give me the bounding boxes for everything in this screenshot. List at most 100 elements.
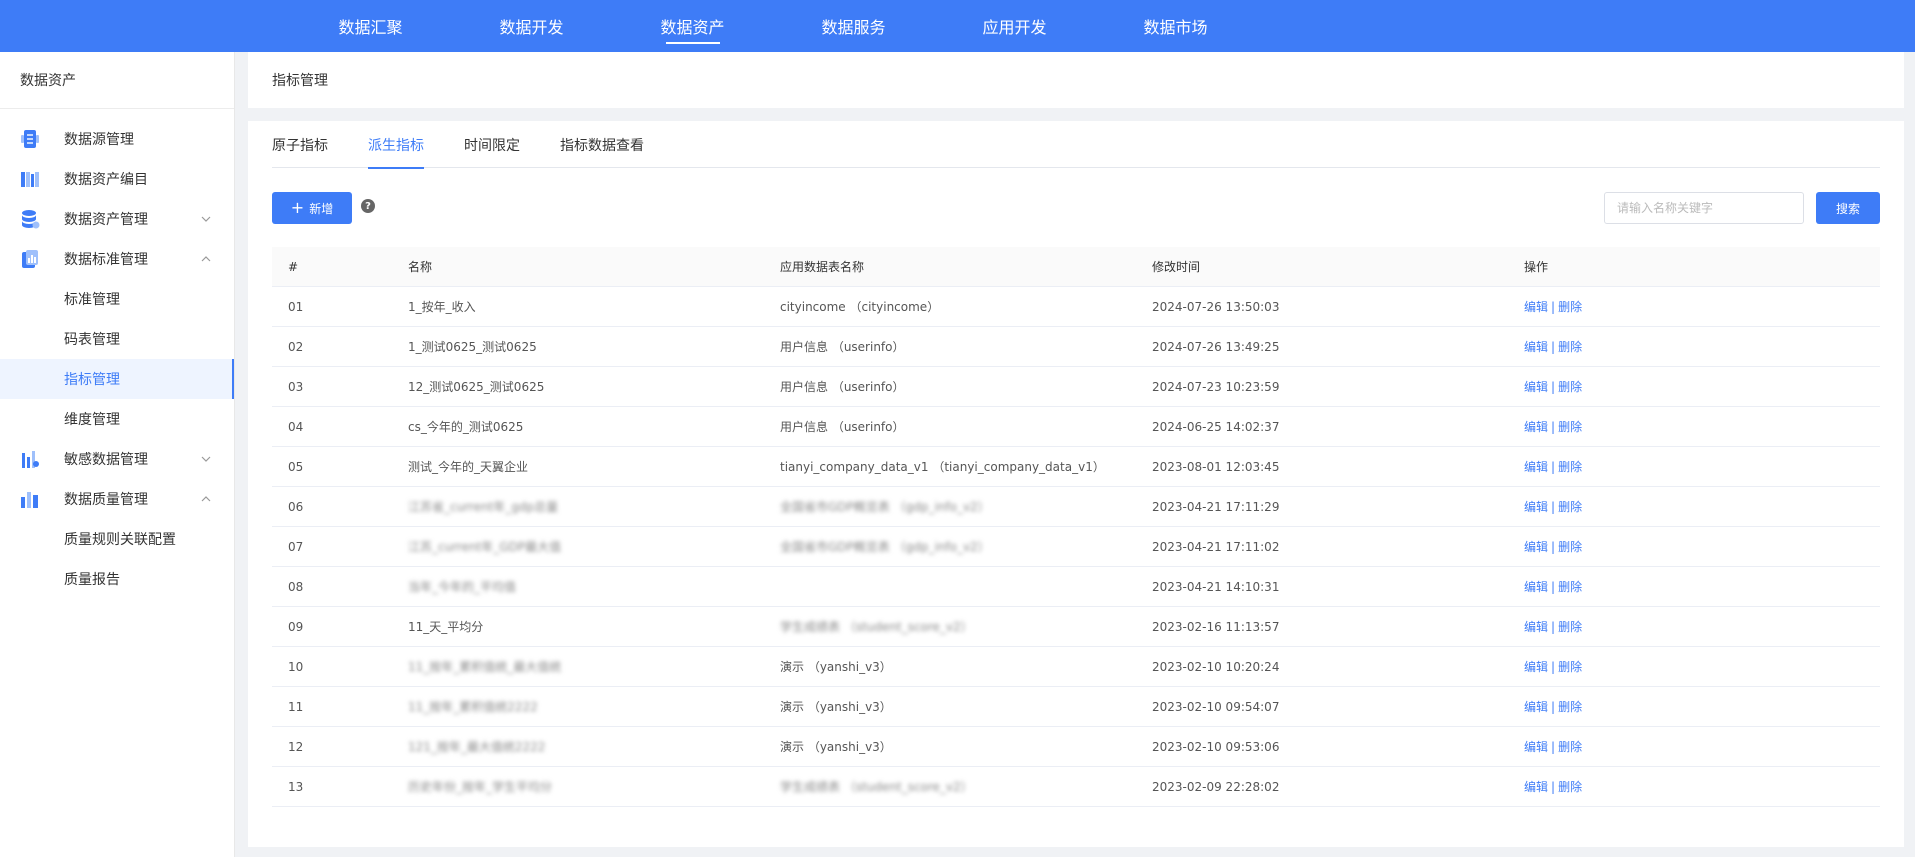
edit-link[interactable]: 编辑: [1524, 380, 1548, 394]
sidebar-item-asset-management[interactable]: 数据资产管理: [0, 199, 234, 239]
cell-index: 04: [288, 419, 304, 434]
cell-table-name: 学生成绩表 （student_score_v2）: [780, 620, 973, 634]
cell-index: 10: [288, 659, 304, 674]
table-row: 12 121_按年_最大值统2222 演示 （yanshi_v3） 2023-02-1…: [272, 727, 1880, 767]
sidebar-item-label: 数据资产编目: [64, 172, 148, 188]
edit-link[interactable]: 编辑: [1524, 740, 1548, 754]
sidebar-item-label: 敏感数据管理: [64, 452, 148, 468]
edit-link[interactable]: 编辑: [1524, 660, 1548, 674]
cell-index: 06: [288, 499, 304, 514]
cell-name: 江苏省_current年_gdp总量: [408, 500, 559, 514]
nav-data-assets[interactable]: 数据资产: [612, 0, 773, 52]
action-separator: |: [1551, 420, 1556, 434]
sidebar-item-standard-management[interactable]: 数据标准管理: [0, 239, 234, 279]
sidebar-item-catalog[interactable]: 数据资产编目: [0, 159, 234, 199]
cell-table-name: 用户信息 （userinfo）: [780, 380, 905, 394]
nav-data-aggregation[interactable]: 数据汇聚: [290, 0, 451, 52]
cell-modified-time: 2024-07-26 13:49:25: [1152, 339, 1280, 354]
cell-index: 02: [288, 339, 304, 354]
action-separator: |: [1551, 780, 1556, 794]
cell-name: 12_测试0625_测试0625: [408, 380, 545, 394]
cell-table-name: cityincome （cityincome）: [780, 300, 940, 314]
delete-link[interactable]: 删除: [1558, 380, 1582, 394]
cell-table-name: 全国省市GDP概览表 （gdp_info_v2）: [780, 540, 990, 554]
edit-link[interactable]: 编辑: [1524, 620, 1548, 634]
top-navbar: 数据汇聚 数据开发 数据资产 数据服务 应用开发 数据市场: [0, 0, 1915, 52]
sidebar-title: 数据资产: [0, 52, 234, 109]
sidebar-item-sensitive-data[interactable]: 敏感数据管理: [0, 439, 234, 479]
cell-name: 当年_今年的_平均值: [408, 580, 517, 594]
nav-app-development[interactable]: 应用开发: [934, 0, 1095, 52]
sidebar-item-quality-management[interactable]: 数据质量管理: [0, 479, 234, 519]
sidebar-subitem-quality-rules[interactable]: 质量规则关联配置: [0, 519, 234, 559]
cell-modified-time: 2023-04-21 14:10:31: [1152, 579, 1280, 594]
table-body: 01 1_按年_收入 cityincome （cityincome） 2024-07-…: [272, 287, 1880, 807]
table-row: 06 江苏省_current年_gdp总量 全国省市GDP概览表 （gdp_info…: [272, 487, 1880, 527]
cell-name: 1_测试0625_测试0625: [408, 340, 537, 354]
action-separator: |: [1551, 620, 1556, 634]
cell-modified-time: 2023-02-10 09:53:06: [1152, 739, 1280, 754]
sidebar: 数据资产 数据源管理 数据资产编目 数据资产管理 数据标准管理 标准管理 码表管…: [0, 52, 235, 857]
sidebar-subitem-indicator[interactable]: 指标管理: [0, 359, 234, 399]
nav-data-services[interactable]: 数据服务: [773, 0, 934, 52]
delete-link[interactable]: 删除: [1558, 420, 1582, 434]
add-button[interactable]: + 新增: [272, 192, 352, 224]
cell-name: 11_按年_累积值统_最大值统: [408, 660, 562, 674]
tab-atomic-indicator[interactable]: 原子指标: [272, 121, 328, 168]
sidebar-subitem-code-table[interactable]: 码表管理: [0, 319, 234, 359]
database-icon: [22, 210, 40, 229]
tab-indicator-data-view[interactable]: 指标数据查看: [560, 121, 644, 168]
edit-link[interactable]: 编辑: [1524, 700, 1548, 714]
edit-link[interactable]: 编辑: [1524, 540, 1548, 554]
chevron-up-icon: [201, 496, 211, 502]
delete-link[interactable]: 删除: [1558, 460, 1582, 474]
cell-table-name: 用户信息 （userinfo）: [780, 420, 905, 434]
chevron-up-icon: [201, 256, 211, 262]
table-row: 13 历史年份_按年_学生平均分 学生成绩表 （student_score_v2） 2…: [272, 767, 1880, 807]
breadcrumb: 指标管理: [248, 52, 1904, 108]
delete-link[interactable]: 删除: [1558, 340, 1582, 354]
delete-link[interactable]: 删除: [1558, 300, 1582, 314]
delete-link[interactable]: 删除: [1558, 580, 1582, 594]
nav-data-market[interactable]: 数据市场: [1095, 0, 1256, 52]
cell-actions: 编辑 | 删除: [1508, 658, 1880, 675]
edit-link[interactable]: 编辑: [1524, 780, 1548, 794]
edit-link[interactable]: 编辑: [1524, 580, 1548, 594]
sidebar-subitem-quality-report[interactable]: 质量报告: [0, 559, 234, 599]
edit-link[interactable]: 编辑: [1524, 300, 1548, 314]
edit-link[interactable]: 编辑: [1524, 340, 1548, 354]
column-header-actions: 操作: [1524, 260, 1549, 274]
action-separator: |: [1551, 660, 1556, 674]
edit-link[interactable]: 编辑: [1524, 500, 1548, 514]
sidebar-item-label: 数据资产管理: [64, 212, 148, 228]
cell-modified-time: 2023-08-01 12:03:45: [1152, 459, 1280, 474]
action-separator: |: [1551, 300, 1556, 314]
sidebar-item-datasource[interactable]: 数据源管理: [0, 119, 234, 159]
delete-link[interactable]: 删除: [1558, 620, 1582, 634]
tab-time-limit[interactable]: 时间限定: [464, 121, 520, 168]
tab-derived-indicator[interactable]: 派生指标: [368, 121, 424, 169]
cell-actions: 编辑 | 删除: [1508, 698, 1880, 715]
cell-actions: 编辑 | 删除: [1508, 538, 1880, 555]
cell-modified-time: 2023-04-21 17:11:29: [1152, 499, 1280, 514]
nav-data-development[interactable]: 数据开发: [451, 0, 612, 52]
help-icon[interactable]: ?: [361, 199, 375, 213]
sidebar-subitem-dimension[interactable]: 维度管理: [0, 399, 234, 439]
sidebar-item-label: 数据质量管理: [64, 492, 148, 508]
cell-index: 03: [288, 379, 304, 394]
search-input[interactable]: [1604, 192, 1804, 224]
search-button[interactable]: 搜索: [1816, 192, 1880, 224]
sidebar-subitem-standard[interactable]: 标准管理: [0, 279, 234, 319]
cell-index: 01: [288, 299, 304, 314]
table-row: 07 江苏_current年_GDP最大值 全国省市GDP概览表 （gdp_info…: [272, 527, 1880, 567]
table-row: 09 11_天_平均分 学生成绩表 （student_score_v2） 2023-0…: [272, 607, 1880, 647]
edit-link[interactable]: 编辑: [1524, 420, 1548, 434]
delete-link[interactable]: 删除: [1558, 540, 1582, 554]
edit-link[interactable]: 编辑: [1524, 460, 1548, 474]
datasource-icon: [21, 130, 39, 148]
delete-link[interactable]: 删除: [1558, 700, 1582, 714]
delete-link[interactable]: 删除: [1558, 500, 1582, 514]
delete-link[interactable]: 删除: [1558, 780, 1582, 794]
delete-link[interactable]: 删除: [1558, 660, 1582, 674]
delete-link[interactable]: 删除: [1558, 740, 1582, 754]
